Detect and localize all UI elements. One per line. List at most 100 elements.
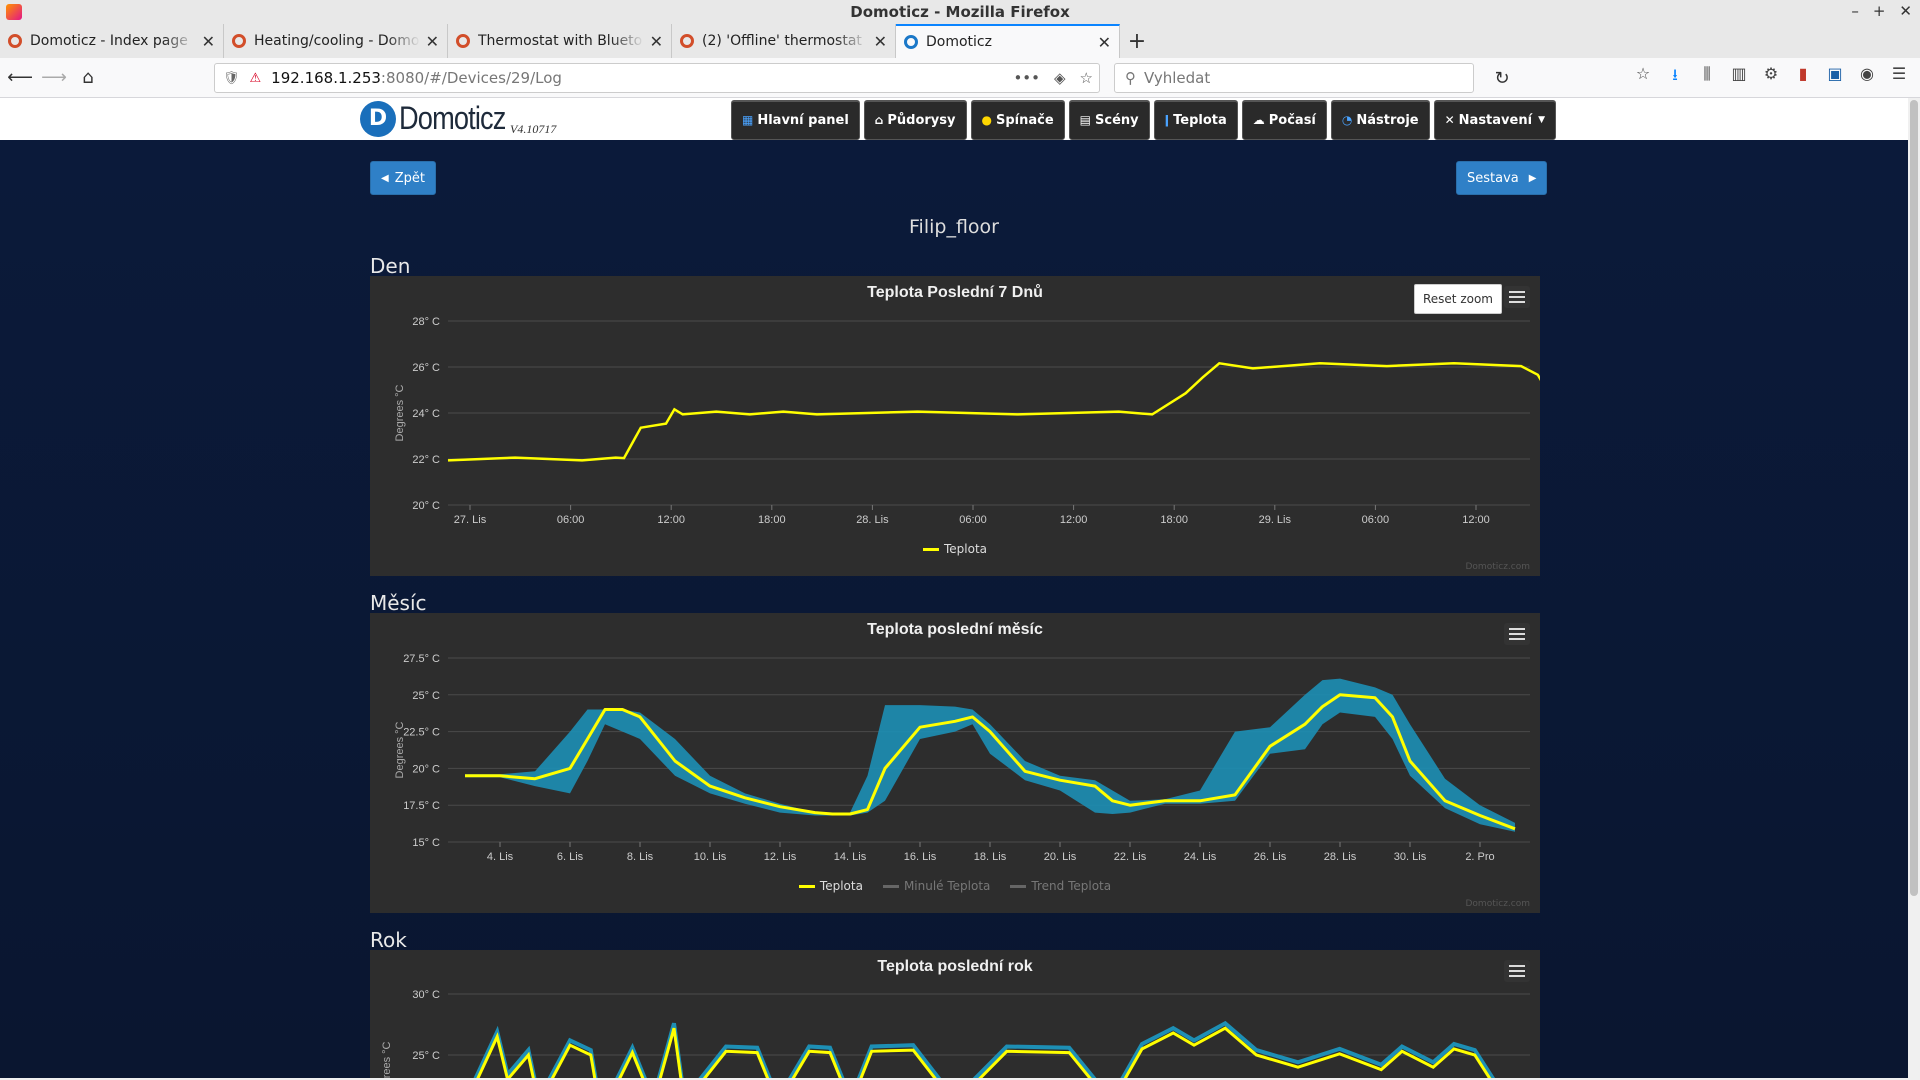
scrollbar-thumb[interactable]: [1910, 100, 1918, 896]
close-tab-icon[interactable]: ✕: [426, 32, 439, 51]
series-range-trend: [473, 1020, 1496, 1078]
y-tick-label: 17.5° C: [403, 800, 440, 812]
sidebar-icon[interactable]: ▥: [1728, 64, 1750, 91]
back-arrow-icon[interactable]: ⟵: [6, 64, 34, 92]
menu-label: Nastavení: [1458, 112, 1533, 128]
shield-icon[interactable]: 🛡: [223, 71, 240, 86]
chart-menu-icon[interactable]: [1504, 286, 1530, 308]
legend-label: Minulé Teplota: [903, 879, 991, 893]
dashboard-icon: ▦: [742, 113, 754, 127]
menu-scenes[interactable]: ▤ Scény: [1068, 100, 1150, 140]
legend-item[interactable]: Minulé Teplota: [882, 879, 991, 893]
menu-icon[interactable]: ☰: [1888, 64, 1910, 91]
floorplan-icon: ⌂: [874, 113, 884, 127]
minimize-icon[interactable]: –: [1851, 2, 1859, 20]
bookmarks-toolbar-icon[interactable]: ☆: [1632, 64, 1654, 91]
close-window-icon[interactable]: ✕: [1899, 2, 1912, 20]
chevron-left-icon: ◀: [381, 172, 389, 184]
reset-zoom-button[interactable]: Reset zoom: [1413, 284, 1502, 314]
menu-weather[interactable]: ☁ Počasí: [1241, 100, 1327, 140]
extension-icon[interactable]: ▣: [1824, 64, 1846, 91]
chart-month-svg[interactable]: 15° C 17.5° C 20° C 22.5° C 25° C 27.5° C 4. L…: [370, 613, 1540, 913]
section-day-label: Den: [370, 254, 411, 278]
insecure-lock-icon[interactable]: ⚠: [250, 71, 262, 86]
menu-setup[interactable]: ✕ Nastavení ▼: [1433, 100, 1556, 140]
chevron-down-icon: ▼: [1538, 115, 1545, 125]
chart-menu-icon[interactable]: [1504, 623, 1530, 645]
close-tab-icon[interactable]: ✕: [202, 32, 215, 51]
x-tick-label: 28. Lis: [856, 514, 889, 526]
menu-floorplans[interactable]: ⌂ Půdorysy: [863, 100, 967, 140]
chart-legend: Teplota Minulé Teplota Trend Teplota: [370, 879, 1540, 893]
legend-label: Teplota: [819, 879, 863, 893]
domoticz-favicon-icon: [904, 35, 918, 49]
back-button[interactable]: ◀ Zpět: [370, 161, 436, 195]
chart-credits[interactable]: Domoticz.com: [1466, 562, 1531, 572]
bookmark-star-icon[interactable]: ☆: [1080, 69, 1093, 87]
menu-utility[interactable]: ◔ Nástroje: [1330, 100, 1430, 140]
close-tab-icon[interactable]: ✕: [650, 32, 663, 51]
search-input[interactable]: ⚲ Vyhledat: [1114, 63, 1474, 93]
browser-tab[interactable]: (2) 'Offline' thermostat ✕: [672, 24, 896, 58]
extension-icon[interactable]: ▮: [1792, 64, 1814, 91]
x-tick-label: 10. Lis: [694, 851, 727, 863]
section-month-label: Měsíc: [370, 591, 427, 615]
menu-label: Počasí: [1268, 112, 1316, 128]
chart-title: Teplota poslední měsíc: [867, 621, 1043, 638]
pocket-icon[interactable]: ◈: [1054, 69, 1066, 87]
download-icon[interactable]: ⭳: [1664, 64, 1686, 91]
y-tick-label: 28° C: [412, 316, 440, 328]
forward-arrow-icon[interactable]: ⟶: [40, 64, 68, 92]
menu-temperature[interactable]: ǀ Teplota: [1153, 100, 1238, 140]
series-line-teplota: [447, 361, 1540, 462]
browser-tab[interactable]: Heating/cooling - Domo ✕: [224, 24, 448, 58]
domoticz-favicon-icon: [456, 34, 470, 48]
menu-switches[interactable]: ● Spínače: [970, 100, 1065, 140]
browser-tab-active[interactable]: Domoticz ✕: [896, 24, 1120, 58]
chart-credits[interactable]: Domoticz.com: [1466, 899, 1531, 909]
extension-icon[interactable]: ⚙: [1760, 64, 1782, 91]
chart-menu-icon[interactable]: [1504, 960, 1530, 982]
browser-tab[interactable]: Thermostat with Blueto ✕: [448, 24, 672, 58]
scene-icon: ▤: [1079, 113, 1092, 127]
legend-item[interactable]: Teplota: [922, 542, 988, 556]
gauge-icon: ◔: [1341, 113, 1353, 127]
home-icon[interactable]: ⌂: [74, 64, 102, 92]
menu-dashboard[interactable]: ▦ Hlavní panel: [731, 100, 860, 140]
page-scrollbar[interactable]: [1908, 98, 1920, 1080]
device-title: Filip_floor: [909, 216, 999, 238]
version-label: V4.10717: [510, 122, 557, 136]
x-tick-label: 22. Lis: [1114, 851, 1147, 863]
y-tick-label: 20° C: [412, 763, 440, 775]
close-tab-icon[interactable]: ✕: [874, 32, 887, 51]
browser-tab[interactable]: Domoticz - Index page ✕: [0, 24, 224, 58]
legend-item[interactable]: Trend Teplota: [1010, 879, 1111, 893]
tab-title: Domoticz - Index page: [30, 33, 188, 49]
account-icon[interactable]: ◉: [1856, 64, 1878, 91]
tab-title: (2) 'Offline' thermostat: [702, 33, 862, 49]
y-tick-label: 25° C: [412, 1050, 440, 1062]
url-bar[interactable]: 🛡 ⚠ 192.168.1.253 :8080/#/Devices/29/Log…: [214, 63, 1100, 93]
page-actions-icon[interactable]: •••: [1013, 69, 1040, 87]
chart-day: 20° C 22° C 24° C 26° C 28° C 27. Lis 06:00 12:…: [370, 276, 1540, 576]
x-tick-label: 18. Lis: [974, 851, 1007, 863]
reload-icon[interactable]: ↻: [1488, 64, 1516, 92]
maximize-icon[interactable]: +: [1873, 2, 1886, 20]
report-button[interactable]: Sestava ▶: [1456, 161, 1548, 195]
x-tick-label: 24. Lis: [1184, 851, 1217, 863]
library-icon[interactable]: ⫼: [1696, 64, 1718, 91]
tab-title: Heating/cooling - Domo: [254, 33, 420, 49]
y-tick-label: 22° C: [412, 454, 440, 466]
app-header: D Domoticz V4.10717 ▦ Hlavní panel ⌂ Půdor…: [0, 98, 1908, 140]
tab-strip: Domoticz - Index page ✕ Heating/cooling …: [0, 24, 1920, 58]
domoticz-logo[interactable]: D Domoticz V4.10717: [360, 100, 556, 137]
x-tick-label: 18:00: [758, 514, 786, 526]
legend-label: Teplota: [943, 542, 988, 556]
close-tab-icon[interactable]: ✕: [1098, 33, 1111, 52]
menu-label: Hlavní panel: [757, 112, 849, 128]
legend-item[interactable]: Teplota: [798, 879, 863, 893]
x-tick-label: 8. Lis: [627, 851, 654, 863]
new-tab-icon[interactable]: +: [1120, 24, 1154, 58]
chart-day-svg[interactable]: 20° C 22° C 24° C 26° C 28° C 27. Lis 06:00 12:…: [370, 276, 1540, 576]
series-range-trend: [465, 678, 1515, 832]
